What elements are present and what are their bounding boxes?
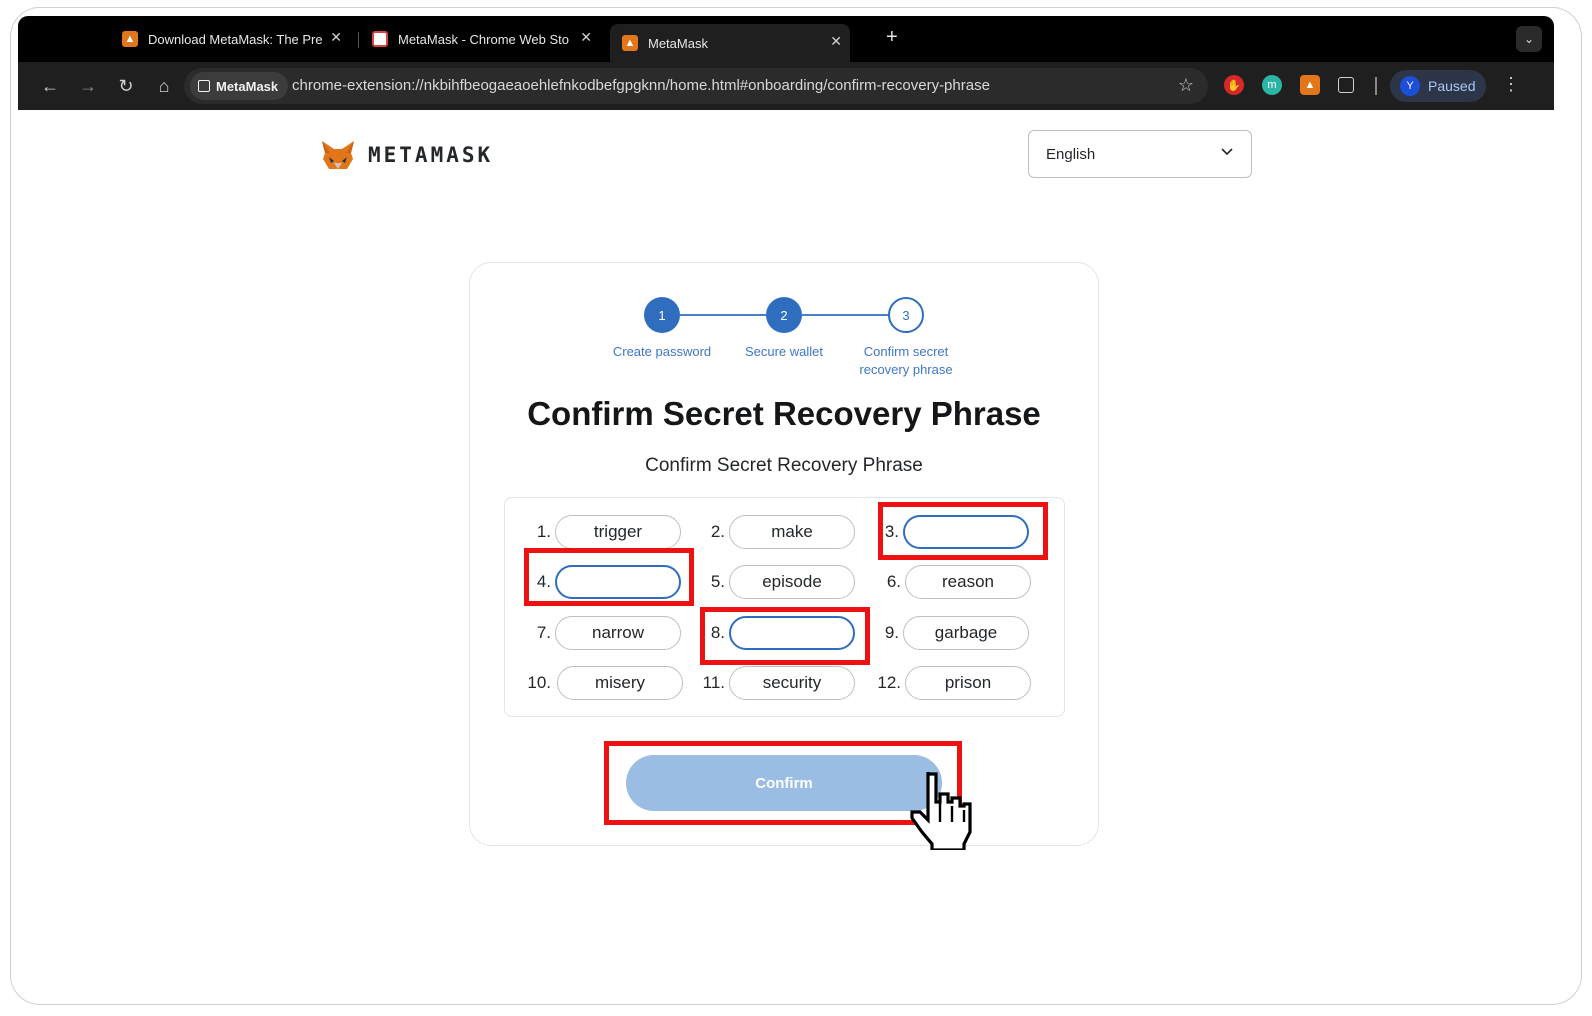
progress-stepper: 1 2 3 Create password Secure wallet Conf…	[470, 297, 1098, 387]
close-tab-icon[interactable]: ✕	[330, 29, 342, 46]
back-icon[interactable]: ←	[38, 74, 62, 98]
reload-icon[interactable]: ↻	[114, 74, 138, 98]
adblock-extension-icon[interactable]: ✋	[1224, 75, 1244, 95]
phrase-cell-5: 5. episode	[691, 565, 855, 599]
bookmark-star-icon[interactable]: ☆	[1178, 75, 1194, 96]
forward-icon[interactable]: →	[76, 74, 100, 98]
phrase-word: episode	[729, 565, 855, 599]
step-1-indicator: 1	[644, 297, 680, 333]
tab-metamask[interactable]: ▲ MetaMask ✕	[610, 24, 850, 62]
avatar: Y	[1400, 76, 1420, 96]
word-index: 11.	[702, 673, 725, 692]
word-index: 2.	[710, 522, 725, 541]
tab-divider	[358, 32, 359, 48]
browser-toolbar: ← → ↻ ⌂ MetaMask chrome-extension://nkbi…	[18, 62, 1554, 110]
page-subtitle: Confirm Secret Recovery Phrase	[645, 455, 923, 476]
new-tab-button[interactable]: +	[886, 26, 898, 49]
highlight-box-word-3	[878, 502, 1048, 560]
metamask-extension-icon[interactable]: ▲	[1300, 75, 1320, 95]
language-value: English	[1046, 145, 1096, 163]
address-bar[interactable]: MetaMask chrome-extension://nkbihfbeogae…	[184, 68, 1208, 104]
step-2-label: Secure wallet	[744, 344, 824, 359]
highlight-box-word-4	[524, 548, 694, 606]
tab-search-icon[interactable]: ⌄	[1516, 26, 1542, 52]
phrase-cell-2: 2. make	[691, 515, 855, 549]
step-1-label: Create password	[612, 344, 712, 359]
word-index: 6.	[886, 572, 901, 591]
phrase-cell-11: 11. security	[691, 666, 855, 700]
phrase-word: misery	[557, 666, 683, 700]
tab-title: MetaMask - Chrome Web Sto	[398, 31, 569, 47]
close-tab-icon[interactable]: ✕	[580, 29, 592, 46]
step-3-indicator: 3	[888, 297, 924, 333]
phrase-cell-1: 1. trigger	[515, 515, 681, 549]
phrase-word: security	[729, 666, 855, 700]
word-index: 1.	[536, 522, 551, 541]
tab-chrome-web-store[interactable]: MetaMask - Chrome Web Sto ✕	[360, 24, 600, 54]
url-text[interactable]: chrome-extension://nkbihfbeogaeaoehlefnk…	[292, 77, 990, 94]
page-title: Confirm Secret Recovery Phrase	[527, 395, 1041, 432]
word-index: 9.	[884, 623, 899, 642]
m-extension-icon[interactable]: m	[1262, 75, 1282, 95]
word-index: 7.	[536, 623, 551, 642]
tab-download-metamask[interactable]: ▲ Download MetaMask: The Pre ✕	[110, 24, 350, 54]
highlight-box-word-8	[700, 607, 870, 665]
logo-wordmark: METAMASK	[368, 143, 494, 167]
word-index: 5.	[710, 572, 725, 591]
phrase-cell-6: 6. reason	[865, 565, 1031, 599]
phrase-cell-9: 9. garbage	[865, 616, 1029, 650]
phrase-word: narrow	[555, 616, 681, 650]
word-index: 12.	[877, 673, 901, 692]
word-index: 10.	[527, 673, 551, 692]
phrase-cell-12: 12. prison	[865, 666, 1031, 700]
metamask-logo: METAMASK	[320, 139, 493, 171]
step-2-indicator: 2	[766, 297, 802, 333]
profile-status: Paused	[1428, 78, 1476, 94]
language-select[interactable]: English	[1028, 130, 1252, 178]
hand-cursor-icon	[910, 772, 972, 850]
phrase-word: reason	[905, 565, 1031, 599]
phrase-cell-10: 10. misery	[515, 666, 683, 700]
more-menu-icon[interactable]: ⋮	[1502, 74, 1520, 95]
step-3-label: Confirm secret recovery phrase	[859, 344, 953, 377]
site-chip-label: MetaMask	[216, 78, 279, 94]
phrase-word: prison	[905, 666, 1031, 700]
phrase-word: garbage	[903, 616, 1029, 650]
toolbar-divider	[1375, 77, 1377, 95]
extensions-puzzle-icon[interactable]	[1338, 77, 1354, 93]
chevron-down-icon	[1221, 148, 1233, 156]
profile-button[interactable]: Y Paused	[1390, 70, 1486, 102]
site-chip[interactable]: MetaMask	[190, 72, 289, 100]
browser-chrome: ▲ Download MetaMask: The Pre ✕ MetaMask …	[18, 16, 1554, 110]
fox-logo-icon	[322, 141, 354, 169]
extension-icon	[198, 80, 210, 92]
tab-title: MetaMask	[648, 35, 708, 51]
webstore-icon	[372, 31, 388, 47]
phrase-cell-7: 7. narrow	[515, 616, 681, 650]
tab-strip: ▲ Download MetaMask: The Pre ✕ MetaMask …	[18, 16, 1554, 62]
fox-icon: ▲	[122, 31, 138, 47]
fox-icon: ▲	[622, 35, 638, 51]
phrase-word: trigger	[555, 515, 681, 549]
home-icon[interactable]: ⌂	[152, 74, 176, 98]
tab-title: Download MetaMask: The Pre	[148, 31, 323, 47]
phrase-word: make	[729, 515, 855, 549]
close-tab-icon[interactable]: ✕	[830, 33, 842, 50]
